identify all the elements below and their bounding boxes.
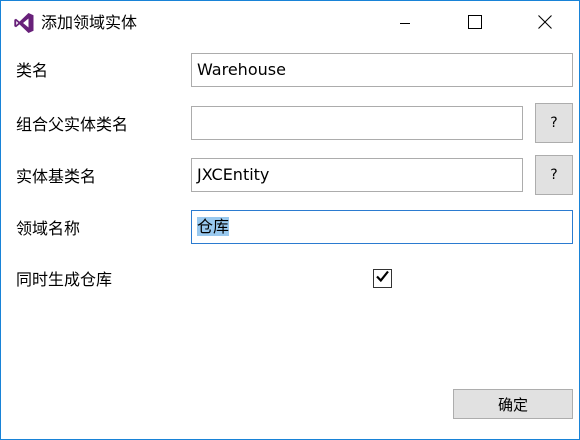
base-class-browse-button[interactable]: ? bbox=[535, 155, 573, 195]
maximize-button[interactable] bbox=[452, 1, 498, 45]
maximize-icon bbox=[468, 14, 482, 33]
close-icon bbox=[538, 14, 552, 33]
domain-name-label: 领域名称 bbox=[16, 219, 81, 238]
visual-studio-icon bbox=[13, 12, 35, 34]
parent-entity-input[interactable] bbox=[191, 106, 523, 140]
parent-entity-browse-button[interactable]: ? bbox=[535, 103, 573, 143]
base-class-value: JXCEntity bbox=[197, 165, 270, 184]
domain-name-input[interactable]: 仓库 bbox=[191, 210, 573, 244]
title-bar: 添加领域实体 bbox=[1, 1, 579, 45]
ok-button[interactable]: 确定 bbox=[453, 389, 573, 419]
class-name-label: 类名 bbox=[16, 61, 49, 80]
class-name-input[interactable]: Warehouse bbox=[191, 53, 573, 87]
class-name-value: Warehouse bbox=[197, 60, 286, 79]
parent-entity-browse-label: ? bbox=[550, 115, 558, 131]
generate-warehouse-checkbox[interactable] bbox=[373, 269, 392, 288]
base-class-input[interactable]: JXCEntity bbox=[191, 158, 523, 192]
base-class-browse-label: ? bbox=[550, 167, 558, 183]
close-button[interactable] bbox=[522, 1, 568, 45]
minimize-icon bbox=[399, 14, 411, 33]
domain-name-value: 仓库 bbox=[197, 217, 230, 236]
generate-warehouse-label: 同时生成仓库 bbox=[16, 270, 113, 289]
add-domain-entity-dialog: 添加领域实体 类名 Warehouse 组合父实体类名 ? 实体基类名 JXCE… bbox=[0, 0, 580, 440]
parent-entity-label: 组合父实体类名 bbox=[16, 115, 129, 134]
window-title: 添加领域实体 bbox=[41, 13, 138, 32]
checkmark-icon bbox=[375, 269, 390, 288]
ok-button-label: 确定 bbox=[497, 395, 528, 414]
base-class-label: 实体基类名 bbox=[16, 167, 97, 186]
minimize-button[interactable] bbox=[382, 1, 428, 45]
